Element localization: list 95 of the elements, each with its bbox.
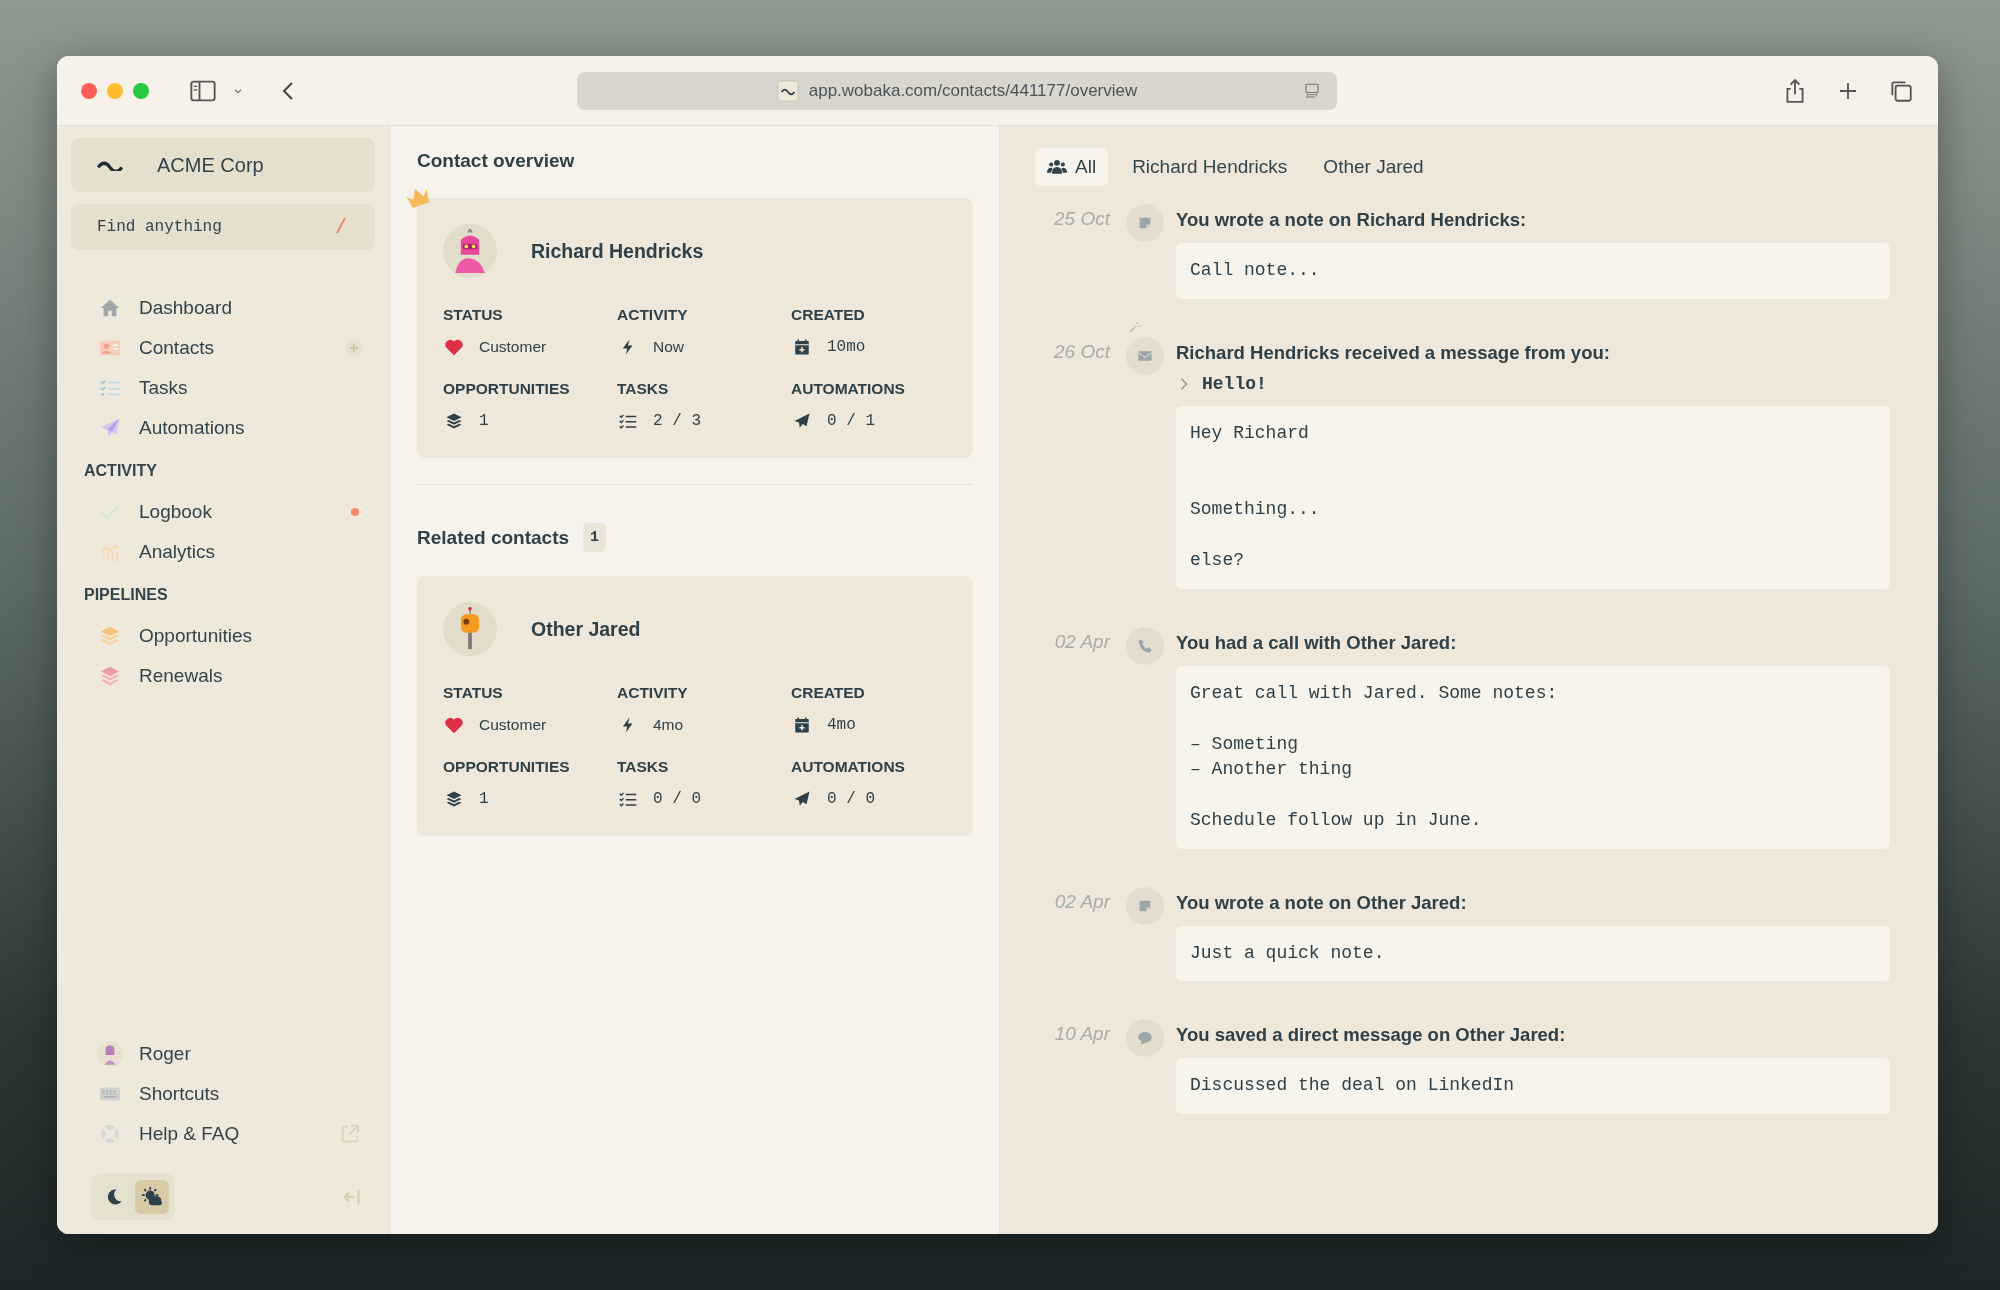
search-placeholder: Find anything <box>97 218 222 236</box>
url-text: app.wobaka.com/contacts/441177/overview <box>808 80 1138 101</box>
stat-label: TASKS <box>617 380 670 398</box>
stat-value: Now <box>653 338 684 356</box>
stat-value: 10mo <box>827 338 866 356</box>
stat-label: AUTOMATIONS <box>791 758 906 776</box>
entry-text: Discussed the deal on LinkedIn <box>1176 1058 1890 1114</box>
reader-icon[interactable] <box>1303 81 1321 100</box>
stat-value: 4mo <box>827 716 856 734</box>
stat-label: OPPORTUNITIES <box>443 758 571 776</box>
nav-label: Roger <box>139 1043 191 1065</box>
note-icon <box>1126 204 1164 242</box>
stat-value: 0 / 0 <box>653 790 701 808</box>
sun-cloud-icon[interactable] <box>135 1180 169 1214</box>
search-field[interactable]: Find anything / <box>71 204 375 250</box>
entry-date: 25 Oct <box>1053 207 1112 231</box>
sidebar-item[interactable]: Shortcuts <box>71 1074 375 1114</box>
avatar-icon <box>97 1041 123 1067</box>
nav-label: Help & FAQ <box>139 1123 240 1145</box>
sidebar-item[interactable]: Help & FAQ <box>71 1114 375 1154</box>
entry-title: You had a call with Other Jared: <box>1176 630 1458 654</box>
sidebar-item[interactable]: Roger <box>71 1034 375 1074</box>
phone-icon <box>1126 626 1164 665</box>
entry-text: Call note... <box>1176 243 1890 299</box>
address-bar[interactable]: app.wobaka.com/contacts/441177/overview <box>577 71 1337 110</box>
sidebar-item[interactable]: Contacts <box>71 328 375 368</box>
stat-value: 4mo <box>653 716 684 734</box>
close-window-button[interactable] <box>81 82 97 99</box>
section-title: Related contacts <box>417 526 570 549</box>
entry-text: Just a quick note. <box>1176 925 1890 981</box>
stat-value: 1 <box>479 790 489 808</box>
nav-label: Analytics <box>139 541 216 563</box>
contact-name[interactable]: Richard Hendricks <box>531 239 704 263</box>
entry-date: 10 Apr <box>1053 1022 1112 1046</box>
checklist-icon <box>617 790 639 808</box>
stat-value: 0 / 0 <box>827 790 875 808</box>
stat-label: ACTIVITY <box>617 684 689 702</box>
tilde-logo-icon <box>97 159 123 171</box>
checklist-icon <box>617 412 639 430</box>
entry-title: Richard Hendricks received a message from you: <box>1176 340 1611 364</box>
entry-date: 02 Apr <box>1053 889 1112 914</box>
entry-text: Great call with Jared. Some notes: – Someting – Another thing Schedule follow up in June. <box>1176 665 1890 849</box>
nav-label: Logbook <box>139 501 212 523</box>
stat-label: ACTIVITY <box>617 306 689 324</box>
stat-value: 1 <box>479 412 489 430</box>
entry-title: You wrote a note on Richard Hendricks: <box>1176 208 1528 231</box>
nav-label: Dashboard <box>139 297 232 319</box>
envelope-icon <box>1126 336 1164 375</box>
stat-value: Customer <box>479 338 547 356</box>
sidebar-item[interactable]: Automations <box>71 408 375 448</box>
stat-value: 2 / 3 <box>653 412 701 430</box>
sidebar-item[interactable]: Dashboard <box>71 288 375 328</box>
filter-tab[interactable]: All <box>1035 148 1109 186</box>
entry-title: You wrote a note on Other Jared: <box>1176 890 1468 914</box>
note-icon <box>1126 886 1164 925</box>
stat-label: CREATED <box>791 684 866 702</box>
shortcut-hint: / <box>335 215 347 239</box>
entry-date: 26 Oct <box>1053 339 1112 364</box>
stat-label: TASKS <box>617 758 670 776</box>
stat-value: 0 / 1 <box>827 412 875 430</box>
email-subject[interactable]: Hello! <box>1176 373 1890 394</box>
nav-label: Automations <box>139 417 245 439</box>
sidebar-item[interactable]: Analytics <box>71 532 375 572</box>
nav-label: Opportunities <box>139 625 252 647</box>
stat-label: AUTOMATIONS <box>791 380 906 398</box>
sidebar-item[interactable]: Renewals <box>71 656 375 696</box>
filter-tab[interactable]: Richard Hendricks <box>1120 148 1300 186</box>
section-title: Contact overview <box>417 150 576 172</box>
stat-label: STATUS <box>443 684 504 702</box>
sidebar-item[interactable]: Logbook <box>71 492 375 532</box>
workspace-switcher[interactable]: ACME Corp <box>71 138 375 192</box>
sidebar-item[interactable]: Tasks <box>71 368 375 408</box>
stat-label: STATUS <box>443 306 504 324</box>
chat-bubble-icon <box>1126 1019 1164 1057</box>
entry-text: Hey Richard Something... else? <box>1176 405 1890 589</box>
section-heading: PIPELINES <box>83 585 169 605</box>
entry-date: 02 Apr <box>1053 629 1112 654</box>
nav-label: Shortcuts <box>139 1083 220 1105</box>
site-logo-icon <box>776 79 799 102</box>
count-badge: 1 <box>583 523 607 552</box>
sidebar-item[interactable]: Opportunities <box>71 616 375 656</box>
contact-card[interactable]: Richard Hendricks STATUS Customer ACTIVITY Now CREATED 10mo OPPORTUNITIES 1 TASKS 2 / 3 AUTOMATIONS 0 / 1 <box>417 198 973 458</box>
group-icon <box>1047 157 1067 177</box>
contact-name[interactable]: Other Jared <box>531 617 641 641</box>
stat-label: CREATED <box>791 306 866 324</box>
stat-label: OPPORTUNITIES <box>443 380 571 398</box>
workspace-name: ACME Corp <box>157 153 264 177</box>
contact-card[interactable]: Other Jared STATUS Customer ACTIVITY 4mo CREATED 4mo OPPORTUNITIES 1 TASKS 0 / 0 AUTOMATIONS 0 / 0 <box>417 576 973 836</box>
nav-label: Renewals <box>139 665 223 687</box>
section-heading: ACTIVITY <box>83 461 158 481</box>
nav-label: Contacts <box>139 337 214 359</box>
filter-tab[interactable]: Other Jared <box>1311 148 1436 186</box>
nav-label: Tasks <box>139 377 188 399</box>
entry-title: You saved a direct message on Other Jared: <box>1176 1023 1567 1046</box>
stat-value: Customer <box>479 716 547 734</box>
